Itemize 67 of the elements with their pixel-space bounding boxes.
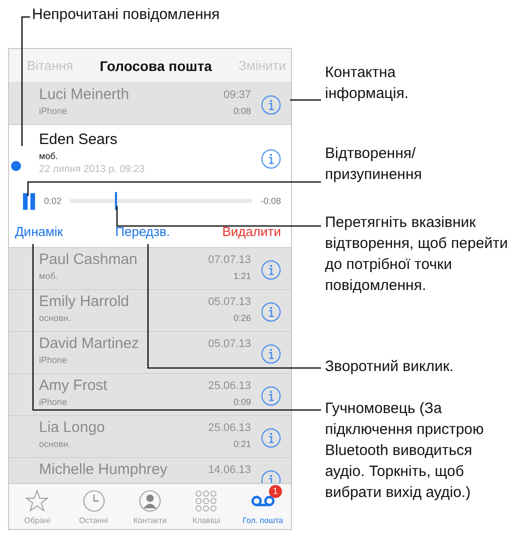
message-time: 09:37	[223, 89, 251, 101]
message-duration: 0:21	[233, 439, 251, 449]
message-time: 25.06.13	[208, 380, 251, 392]
info-icon[interactable]	[261, 344, 281, 364]
elapsed-time: 0:02	[44, 196, 62, 206]
voicemail-row[interactable]: David Martinez iPhone 05.07.13	[9, 332, 291, 374]
message-time: 07.07.13	[208, 254, 251, 266]
pause-icon[interactable]	[23, 192, 36, 210]
star-icon	[25, 489, 50, 513]
caller-name: Lia Longo	[39, 419, 106, 436]
info-icon[interactable]	[261, 302, 281, 322]
phone-label: моб.	[39, 151, 59, 161]
voicemail-row[interactable]: Amy Frost iPhone 25.06.13 0:09	[9, 374, 291, 416]
clock-icon	[82, 489, 106, 513]
callout-text: Гучномовець (За підключення пристрою Bluetooth виводиться аудіо. Торкніть, щоб вибрати вихід аудіо.)	[325, 399, 485, 503]
voicemail-row[interactable]: Paul Cashman моб. 07.07.13 1:21	[9, 248, 291, 290]
callout-text: Перетягніть вказівник відтворення, щоб перейти до потрібної точки повідомлення.	[325, 213, 509, 296]
screen-title: Голосова пошта	[100, 58, 212, 74]
phone-label: iPhone	[39, 106, 68, 116]
message-duration: 0:08	[233, 106, 251, 116]
message-duration: 0:26	[233, 313, 251, 323]
message-date: 22 липня 2013 р. 09:23	[39, 164, 146, 175]
tab-item[interactable]: Контакти	[122, 484, 178, 529]
person-icon	[138, 489, 162, 513]
phone-label: iPhone	[39, 397, 68, 407]
callout-text: Непрочитані повідомлення	[32, 5, 221, 25]
voicemail-row[interactable]: Lia Longo основн. 25.06.13 0:21	[9, 416, 291, 458]
voicemail-row[interactable]: Michelle Humphrey 14.06.13	[9, 458, 291, 483]
tab-item[interactable]: Клавіші	[178, 484, 235, 529]
info-icon[interactable]	[261, 95, 281, 115]
action-button[interactable]: Динамік	[15, 224, 63, 239]
info-icon[interactable]	[261, 260, 281, 280]
tab-item[interactable]: 1 Гол. пошта	[234, 484, 291, 529]
info-icon[interactable]	[261, 386, 281, 406]
callout-text: Контактна інформація.	[325, 63, 410, 104]
caller-name: Paul Cashman	[39, 251, 138, 268]
message-duration: 0:09	[233, 397, 251, 407]
caller-name: Amy Frost	[39, 377, 108, 394]
info-icon[interactable]	[261, 149, 281, 169]
message-time: 14.06.13	[208, 464, 251, 476]
caller-name: David Martinez	[39, 335, 140, 352]
message-time: 25.06.13	[208, 422, 251, 434]
phone-label: основн.	[39, 313, 72, 323]
message-duration: 1:21	[233, 271, 251, 281]
tab-item[interactable]: Обрані	[9, 484, 66, 529]
message-time: 05.07.13	[208, 338, 251, 350]
action-button[interactable]: Видалити	[222, 224, 281, 239]
caller-name: Luci Meinerth	[39, 86, 130, 103]
notification-badge: 1	[268, 485, 282, 498]
phone-label: iPhone	[39, 355, 68, 365]
caller-name: Emily Harrold	[39, 293, 130, 310]
scrubber-handle[interactable]	[115, 192, 117, 210]
voicemail-row[interactable]: Emily Harrold основн. 05.07.13 0:26	[9, 290, 291, 332]
caller-name: Michelle Humphrey	[39, 461, 168, 478]
info-icon[interactable]	[261, 428, 281, 448]
keypad-icon	[194, 489, 218, 513]
voicemail-row[interactable]: Luci Meinerth iPhone 09:37 0:08	[9, 83, 291, 125]
callout-text: Зворотний виклик.	[325, 357, 455, 377]
phone-label: моб.	[39, 271, 59, 281]
tab-item[interactable]: Останні	[65, 484, 122, 529]
leader-line	[290, 99, 321, 101]
message-time: 05.07.13	[208, 296, 251, 308]
phone-label: основн.	[39, 439, 72, 449]
callout-text: Відтворення/ призупинення	[325, 144, 423, 185]
caller-name: Eden Sears	[39, 131, 118, 148]
remaining-time: -0:08	[260, 196, 281, 206]
action-button[interactable]: Передзв.	[115, 224, 170, 239]
